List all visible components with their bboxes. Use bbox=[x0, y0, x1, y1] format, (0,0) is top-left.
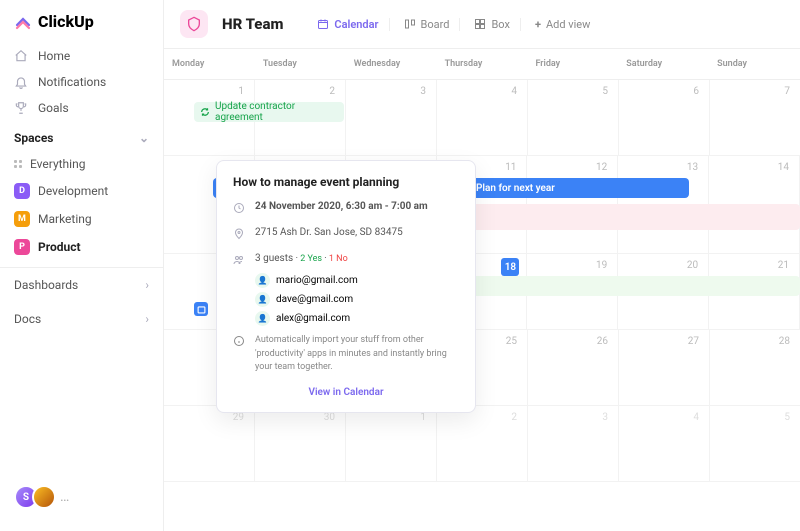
sidebar-item-everything[interactable]: Everything bbox=[0, 151, 163, 177]
space-badge: M bbox=[14, 211, 30, 227]
chevron-right-icon: › bbox=[145, 312, 149, 326]
avatar-icon: 👤 bbox=[255, 311, 270, 326]
page-title: HR Team bbox=[222, 15, 283, 33]
calendar-cell[interactable]: 4 bbox=[619, 406, 710, 481]
trophy-icon bbox=[14, 101, 28, 115]
guest-item: 👤mario@gmail.com bbox=[233, 273, 459, 288]
calendar-cell[interactable]: 3 bbox=[346, 80, 437, 155]
chevron-right-icon: › bbox=[145, 278, 149, 292]
spaces-header[interactable]: Spaces ⌄ bbox=[0, 121, 163, 151]
box-icon bbox=[474, 18, 486, 30]
add-view-button[interactable]: + Add view bbox=[535, 18, 600, 31]
guests-icon bbox=[233, 254, 245, 269]
day-header: Friday bbox=[527, 49, 618, 79]
day-header: Sunday bbox=[709, 49, 800, 79]
calendar-cell[interactable]: 5 bbox=[528, 80, 619, 155]
tab-box[interactable]: Box bbox=[474, 18, 520, 31]
day-header: Monday bbox=[164, 49, 255, 79]
calendar-icon bbox=[317, 18, 329, 30]
space-badge: D bbox=[14, 183, 30, 199]
avatar-icon: 👤 bbox=[255, 273, 270, 288]
guest-item: 👤dave@gmail.com bbox=[233, 292, 459, 307]
calendar-cell[interactable]: 29 bbox=[164, 406, 255, 481]
popover-title: How to manage event planning bbox=[233, 175, 459, 189]
board-icon bbox=[404, 18, 416, 30]
day-header: Tuesday bbox=[255, 49, 346, 79]
guests-count: 3 guests bbox=[255, 253, 293, 264]
more-icon[interactable]: … bbox=[60, 489, 69, 505]
grid-icon bbox=[14, 160, 22, 168]
calendar-header-row: Monday Tuesday Wednesday Thursday Friday… bbox=[164, 49, 800, 80]
event-popover: How to manage event planning 24 November… bbox=[216, 160, 476, 413]
event-green[interactable] bbox=[453, 276, 800, 296]
calendar-cell[interactable]: 3 bbox=[528, 406, 619, 481]
day-header: Saturday bbox=[618, 49, 709, 79]
nav-goals[interactable]: Goals bbox=[0, 95, 163, 121]
calendar-cell[interactable]: 6 bbox=[619, 80, 710, 155]
popover-description: Automatically import your stuff from oth… bbox=[255, 335, 447, 372]
brand-logo[interactable]: ClickUp bbox=[0, 12, 163, 43]
calendar-cell[interactable]: 2 bbox=[437, 406, 528, 481]
avatar[interactable] bbox=[32, 485, 56, 509]
tab-board[interactable]: Board bbox=[404, 18, 461, 31]
clock-icon bbox=[233, 202, 245, 217]
space-badge: P bbox=[14, 239, 30, 255]
topbar: HR Team Calendar Board Box + Add view bbox=[164, 0, 800, 49]
event-pink[interactable] bbox=[453, 204, 800, 230]
day-header: Wednesday bbox=[346, 49, 437, 79]
calendar-cell[interactable]: 1 Update contractor agreement bbox=[164, 80, 255, 155]
calendar-cell[interactable]: 4 bbox=[437, 80, 528, 155]
info-icon bbox=[233, 335, 245, 353]
user-avatars[interactable]: S … bbox=[0, 485, 163, 519]
brand-name: ClickUp bbox=[38, 12, 94, 31]
tab-calendar[interactable]: Calendar bbox=[317, 18, 389, 31]
guest-item: 👤alex@gmail.com bbox=[233, 311, 459, 326]
calendar-cell[interactable]: 30 bbox=[255, 406, 346, 481]
sync-icon bbox=[200, 107, 210, 117]
day-header: Thursday bbox=[437, 49, 528, 79]
calendar-cell[interactable]: 7 bbox=[710, 80, 800, 155]
calendar-cell[interactable]: 2 bbox=[255, 80, 346, 155]
space-icon bbox=[180, 10, 208, 38]
event-partial[interactable] bbox=[194, 302, 208, 316]
view-in-calendar-link[interactable]: View in Calendar bbox=[233, 387, 459, 398]
popover-address: 2715 Ash Dr. San Jose, SD 83475 bbox=[255, 227, 403, 238]
avatar-icon: 👤 bbox=[255, 292, 270, 307]
calendar-cell[interactable]: 26 bbox=[528, 330, 619, 405]
calendar-cell[interactable]: 27 bbox=[619, 330, 710, 405]
event-plan[interactable]: Plan for next year bbox=[453, 178, 689, 198]
calendar-cell[interactable]: 28 bbox=[710, 330, 800, 405]
sidebar: ClickUp Home Notifications Goals Spaces … bbox=[0, 0, 164, 531]
sidebar-item-development[interactable]: D Development bbox=[0, 177, 163, 205]
chevron-down-icon: ⌄ bbox=[139, 131, 149, 145]
calendar-cell[interactable]: 1 bbox=[346, 406, 437, 481]
nav-docs[interactable]: Docs › bbox=[0, 302, 163, 336]
nav-notifications[interactable]: Notifications bbox=[0, 69, 163, 95]
calendar-cell[interactable]: 5 bbox=[710, 406, 800, 481]
plus-icon: + bbox=[535, 18, 541, 31]
nav-home[interactable]: Home bbox=[0, 43, 163, 69]
home-icon bbox=[14, 49, 28, 63]
calendar-icon bbox=[194, 302, 208, 316]
sidebar-item-product[interactable]: P Product bbox=[0, 233, 163, 261]
sidebar-item-marketing[interactable]: M Marketing bbox=[0, 205, 163, 233]
popover-datetime: 24 November 2020, 6:30 am - 7:00 am bbox=[255, 201, 428, 212]
pin-icon bbox=[233, 228, 245, 243]
clickup-logo-icon bbox=[14, 13, 32, 31]
nav-dashboards[interactable]: Dashboards › bbox=[0, 268, 163, 302]
bell-icon bbox=[14, 75, 28, 89]
